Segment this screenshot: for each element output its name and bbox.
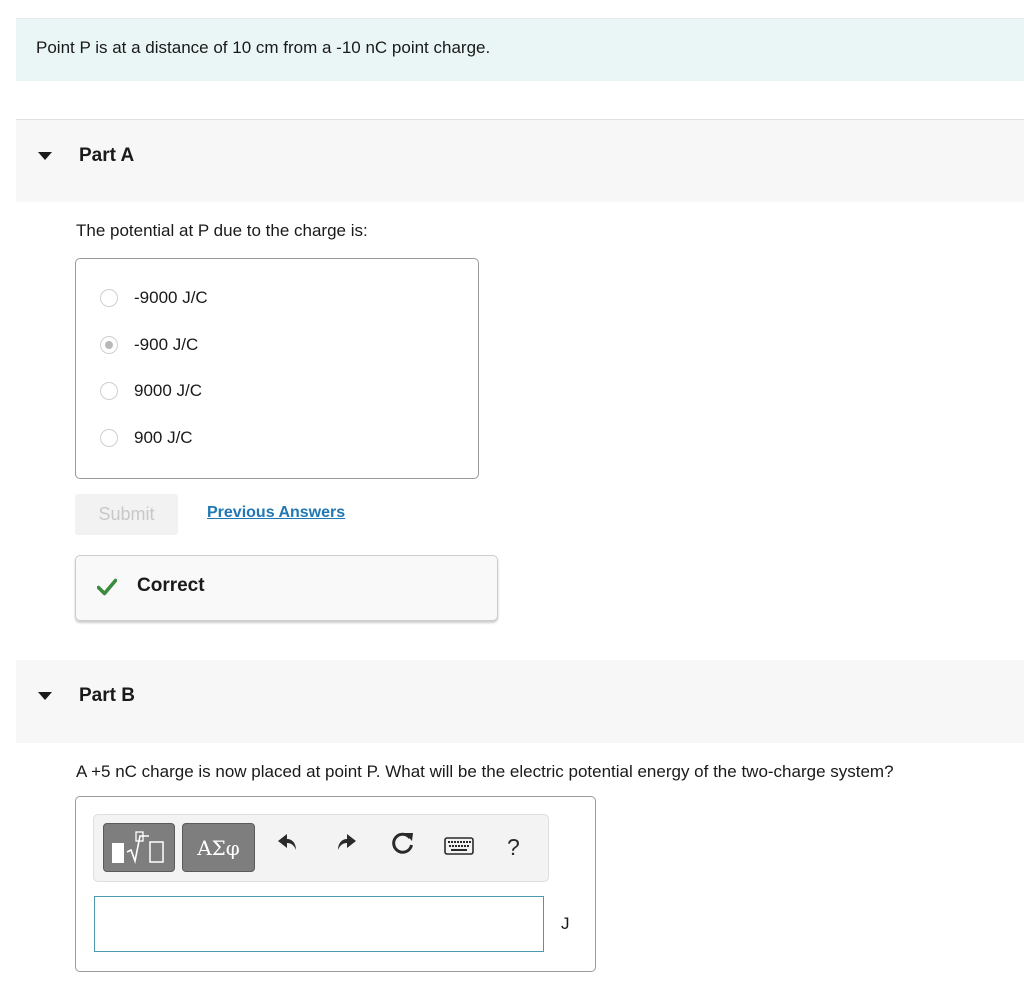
submit-button[interactable]: Submit bbox=[75, 494, 178, 535]
radio-option-3[interactable] bbox=[100, 382, 118, 400]
feedback-correct: Correct bbox=[75, 555, 498, 621]
intro-text: Point P is at a distance of 10 cm from a… bbox=[36, 38, 491, 57]
option-4-label[interactable]: 900 J/C bbox=[134, 428, 193, 448]
collapse-caret-icon[interactable] bbox=[38, 692, 52, 700]
undo-icon[interactable] bbox=[276, 831, 300, 853]
templates-button[interactable] bbox=[103, 823, 175, 872]
templates-icon bbox=[112, 831, 164, 864]
radio-option-1[interactable] bbox=[100, 289, 118, 307]
option-3-label[interactable]: 9000 J/C bbox=[134, 381, 202, 401]
part-b-title: Part B bbox=[79, 685, 135, 706]
keyboard-icon[interactable] bbox=[444, 836, 474, 856]
part-a-title: Part A bbox=[79, 145, 135, 166]
help-icon[interactable]: ? bbox=[507, 834, 520, 861]
redo-icon[interactable] bbox=[334, 831, 358, 853]
part-a-header[interactable]: Part A bbox=[16, 119, 1024, 202]
option-1-label[interactable]: -9000 J/C bbox=[134, 288, 208, 308]
previous-answers-link[interactable]: Previous Answers bbox=[207, 504, 345, 522]
answer-entry-box: ΑΣφ ? J bbox=[75, 796, 596, 972]
feedback-text: Correct bbox=[137, 575, 205, 596]
answer-options: -9000 J/C -900 J/C 9000 J/C 900 J/C bbox=[75, 258, 479, 479]
symbols-label: ΑΣφ bbox=[197, 836, 240, 860]
checkmark-icon bbox=[97, 578, 117, 596]
reset-icon[interactable] bbox=[390, 830, 416, 856]
part-b-header[interactable]: Part B bbox=[16, 660, 1024, 743]
collapse-caret-icon[interactable] bbox=[38, 152, 52, 160]
math-toolbar: ΑΣφ ? bbox=[93, 814, 549, 882]
problem-intro: Point P is at a distance of 10 cm from a… bbox=[16, 18, 1024, 81]
part-b-question: A +5 nC charge is now placed at point P.… bbox=[76, 762, 894, 781]
part-a-question: The potential at P due to the charge is: bbox=[76, 221, 368, 240]
unit-label: J bbox=[561, 914, 570, 933]
answer-input[interactable] bbox=[94, 896, 544, 952]
radio-option-4[interactable] bbox=[100, 429, 118, 447]
option-2-label[interactable]: -900 J/C bbox=[134, 335, 198, 355]
symbols-button[interactable]: ΑΣφ bbox=[182, 823, 255, 872]
radio-option-2[interactable] bbox=[100, 336, 118, 354]
